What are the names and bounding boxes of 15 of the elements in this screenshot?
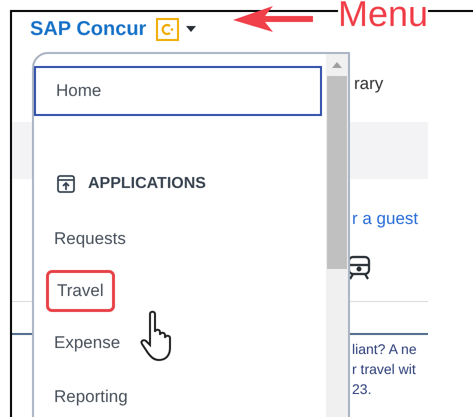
- tab-label[interactable]: rary: [354, 71, 384, 97]
- scroll-up-icon[interactable]: [332, 62, 342, 68]
- scrollbar[interactable]: [326, 54, 348, 417]
- notice-text: liant? A ne: [352, 340, 418, 359]
- menu-item[interactable]: Travel: [46, 270, 115, 312]
- scrollbar-thumb[interactable]: [327, 76, 347, 269]
- guest-link[interactable]: r a guest: [352, 206, 418, 231]
- logo-text: SAP Concur: [30, 17, 146, 42]
- menu-item[interactable]: Home: [34, 66, 322, 116]
- notice-text: 23.: [352, 380, 372, 399]
- logo-icon: [156, 18, 180, 40]
- caret-icon[interactable]: [185, 25, 198, 33]
- section-heading: APPLICATIONS: [88, 174, 206, 194]
- notice-text: r travel wit: [352, 360, 417, 379]
- applications-icon: [56, 174, 76, 194]
